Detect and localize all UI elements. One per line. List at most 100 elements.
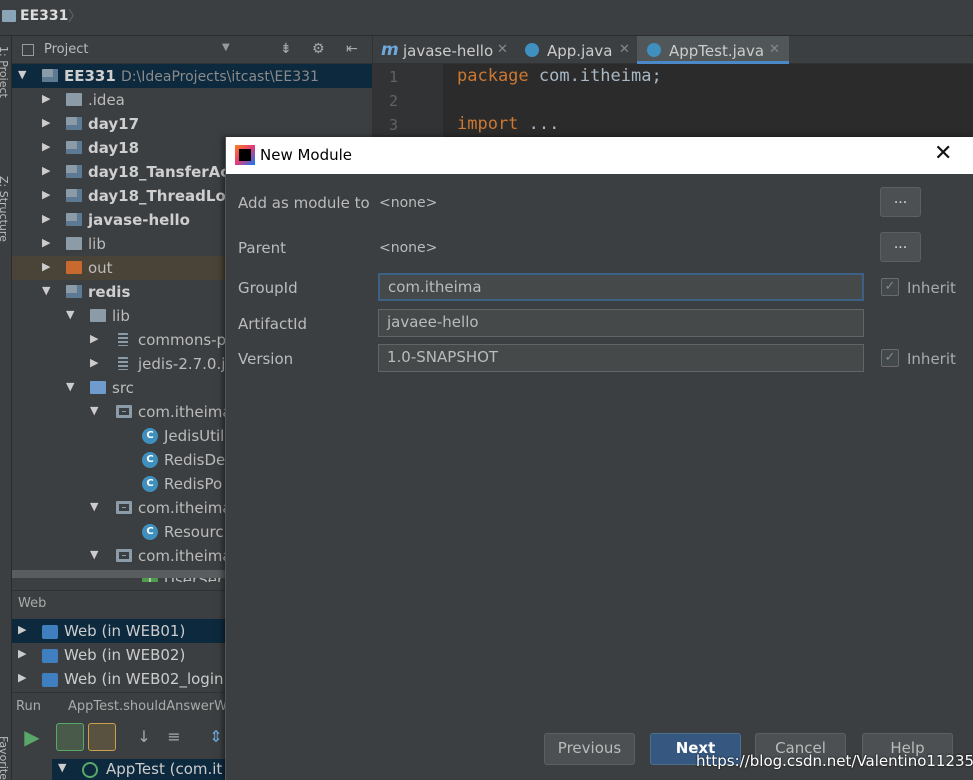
ide-window: EE331 〉 1: Project Z: Structure Favorite… xyxy=(0,0,973,780)
run-config-name[interactable]: AppTest.shouldAnswerWi xyxy=(68,699,230,714)
tree-item-label: RedisPo xyxy=(164,475,223,493)
collapsed-arrow-icon[interactable]: ▶ xyxy=(42,236,50,249)
expanded-arrow-icon[interactable]: ▼ xyxy=(90,404,98,417)
module-folder-icon xyxy=(66,213,82,226)
dialog-title: New Module xyxy=(260,146,353,164)
tree-item-label: com.itheima xyxy=(138,547,232,565)
navigation-bar: EE331 〉 xyxy=(0,0,973,36)
show-ignored-icon[interactable] xyxy=(88,723,116,751)
collapsed-arrow-icon[interactable]: ▶ xyxy=(90,356,98,369)
web-item-web02-login[interactable]: ▶ Web (in WEB02_login) xyxy=(12,667,232,691)
add-as-module-label: Add as module to xyxy=(238,194,370,212)
collapsed-arrow-icon[interactable]: ▶ xyxy=(42,116,50,129)
structure-tool-tab[interactable]: Z: Structure xyxy=(0,176,10,242)
code-line-1[interactable]: package com.itheima; xyxy=(457,66,662,86)
expanded-arrow-icon[interactable]: ▼ xyxy=(18,68,26,81)
expanded-arrow-icon[interactable]: ▼ xyxy=(58,761,66,774)
parent-browse-button[interactable]: ... xyxy=(880,232,921,262)
web-item-label: Web (in WEB01) xyxy=(64,622,186,640)
class-icon: C xyxy=(142,476,158,492)
sort-alpha-icon[interactable]: ↓ xyxy=(130,723,158,751)
tree-item-day17[interactable]: ▶ day17 xyxy=(12,112,372,136)
group-id-inherit-checkbox[interactable]: ✓ xyxy=(881,278,899,296)
tree-item-idea[interactable]: ▶ .idea xyxy=(12,88,372,112)
group-id-input[interactable]: com.itheima xyxy=(378,273,864,301)
collapsed-arrow-icon[interactable]: ▶ xyxy=(18,647,26,660)
expanded-arrow-icon[interactable]: ▼ xyxy=(66,308,74,321)
add-as-module-browse-button[interactable]: ... xyxy=(880,187,921,217)
dropdown-arrow-icon[interactable]: ▼ xyxy=(222,42,230,53)
favorites-tool-tab[interactable]: Favorites xyxy=(0,736,10,780)
project-icon xyxy=(22,44,34,56)
previous-button[interactable]: Previous xyxy=(544,733,635,765)
tree-item-label: jedis-2.7.0.ja xyxy=(138,355,235,373)
web-item-web01[interactable]: ▶ Web (in WEB01) xyxy=(12,619,232,643)
tab-label: AppTest.java xyxy=(669,42,765,60)
maven-module-icon: m xyxy=(381,40,399,60)
close-tab-icon[interactable]: ✕ xyxy=(769,42,780,57)
expanded-arrow-icon[interactable]: ▼ xyxy=(90,548,98,561)
collapsed-arrow-icon[interactable]: ▶ xyxy=(42,140,50,153)
tab-javase-hello[interactable]: m javase-hello ✕ xyxy=(373,36,517,64)
class-icon: C xyxy=(142,452,158,468)
class-icon xyxy=(525,43,539,57)
version-inherit-label: Inherit xyxy=(907,350,956,368)
module-folder-icon xyxy=(66,189,82,202)
collapsed-arrow-icon[interactable]: ▶ xyxy=(90,332,98,345)
package-icon xyxy=(116,549,132,562)
artifact-id-input[interactable]: javaee-hello xyxy=(378,309,864,337)
tree-item-ee331[interactable]: ▼ EE331 D:\IdeaProjects\itcast\EE331 xyxy=(12,64,372,88)
add-as-module-value: <none> xyxy=(379,195,438,211)
expanded-arrow-icon[interactable]: ▼ xyxy=(66,380,74,393)
show-passed-icon[interactable] xyxy=(56,723,84,751)
version-inherit-checkbox[interactable]: ✓ xyxy=(881,349,899,367)
close-tab-icon[interactable]: ✕ xyxy=(497,42,508,57)
web-item-web02[interactable]: ▶ Web (in WEB02) xyxy=(12,643,232,667)
collapsed-arrow-icon[interactable]: ▶ xyxy=(42,164,50,177)
module-folder-icon xyxy=(66,141,82,154)
tab-label: App.java xyxy=(547,42,613,60)
tree-item-label: day18_TansferAcc xyxy=(88,163,239,181)
collapsed-arrow-icon[interactable]: ▶ xyxy=(42,260,50,273)
tree-item-label: lib xyxy=(112,307,130,325)
close-icon[interactable]: ✕ xyxy=(934,141,952,166)
close-tab-icon[interactable]: ✕ xyxy=(619,42,630,57)
run-icon[interactable]: ▶ xyxy=(18,723,46,751)
breadcrumb-root[interactable]: EE331 xyxy=(20,8,68,24)
tree-item-label: Resourc xyxy=(164,523,224,541)
source-folder-icon xyxy=(90,381,106,394)
version-input[interactable]: 1.0-SNAPSHOT xyxy=(378,344,864,372)
tab-app-java[interactable]: App.java ✕ xyxy=(517,36,637,64)
left-tool-strip: 1: Project Z: Structure Favorites xyxy=(0,36,12,780)
project-panel-title[interactable]: Project xyxy=(44,42,88,57)
web-facet-icon xyxy=(42,673,58,687)
web-item-label: Web (in WEB02) xyxy=(64,646,186,664)
web-facet-icon xyxy=(42,625,58,639)
module-folder-icon xyxy=(66,285,82,298)
module-folder-icon xyxy=(66,117,82,130)
collapsed-arrow-icon[interactable]: ▶ xyxy=(42,212,50,225)
gear-icon[interactable]: ⚙ xyxy=(312,41,325,57)
tree-item-label: RedisDe xyxy=(164,451,226,469)
code-line-3[interactable]: import ... xyxy=(457,114,559,134)
web-facet-icon xyxy=(42,649,58,663)
project-tool-tab[interactable]: 1: Project xyxy=(0,46,10,98)
sort-duration-icon[interactable]: ≡ xyxy=(160,723,188,751)
collapsed-arrow-icon[interactable]: ▶ xyxy=(42,92,50,105)
tab-apptest-java[interactable]: AppTest.java ✕ xyxy=(637,36,789,64)
new-module-dialog: New Module ✕ Add as module to <none> ...… xyxy=(225,137,973,780)
watermark-text: https://blog.csdn.net/Valentino112358 xyxy=(696,752,973,770)
hide-panel-icon[interactable]: ⇤ xyxy=(346,41,358,57)
collapsed-arrow-icon[interactable]: ▶ xyxy=(42,188,50,201)
tree-item-label: javase-hello xyxy=(88,211,190,229)
run-tree-item[interactable]: ▼ AppTest (com.it xyxy=(52,759,232,780)
code-keyword: package xyxy=(457,66,529,86)
project-horizontal-scrollbar[interactable] xyxy=(12,570,232,578)
folder-icon xyxy=(66,93,82,106)
expanded-arrow-icon[interactable]: ▼ xyxy=(42,284,50,297)
collapsed-arrow-icon[interactable]: ▶ xyxy=(18,623,26,636)
collapse-all-icon[interactable]: ⇟ xyxy=(280,41,292,57)
expanded-arrow-icon[interactable]: ▼ xyxy=(90,500,98,513)
collapsed-arrow-icon[interactable]: ▶ xyxy=(18,671,26,684)
web-item-label: Web (in WEB02_login) xyxy=(64,670,230,688)
